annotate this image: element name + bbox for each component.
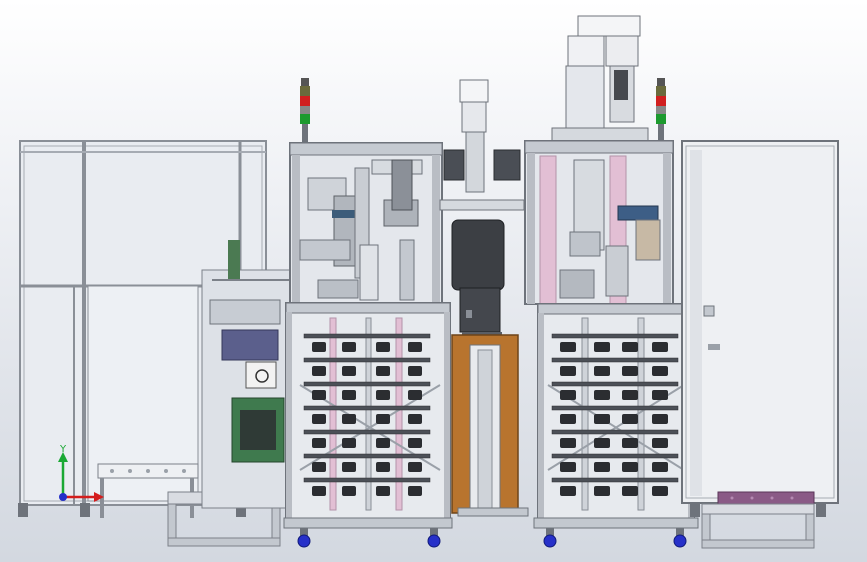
signal-tower-icon: [300, 78, 310, 143]
robot-arm-icon: [451, 219, 505, 344]
center-robot-column: [439, 79, 529, 517]
signal-tower-icon: [656, 78, 666, 141]
axis-y-label: Y: [59, 444, 67, 455]
left-assembly-cell: [283, 78, 453, 548]
feeder-station: [201, 240, 293, 509]
right-assembly-cell: [524, 15, 699, 548]
right-electrical-cabinet: [681, 140, 839, 517]
right-outfeed-table: [701, 491, 815, 549]
cad-viewport[interactable]: Y: [0, 0, 867, 562]
servo-motor-icon: [565, 15, 641, 131]
